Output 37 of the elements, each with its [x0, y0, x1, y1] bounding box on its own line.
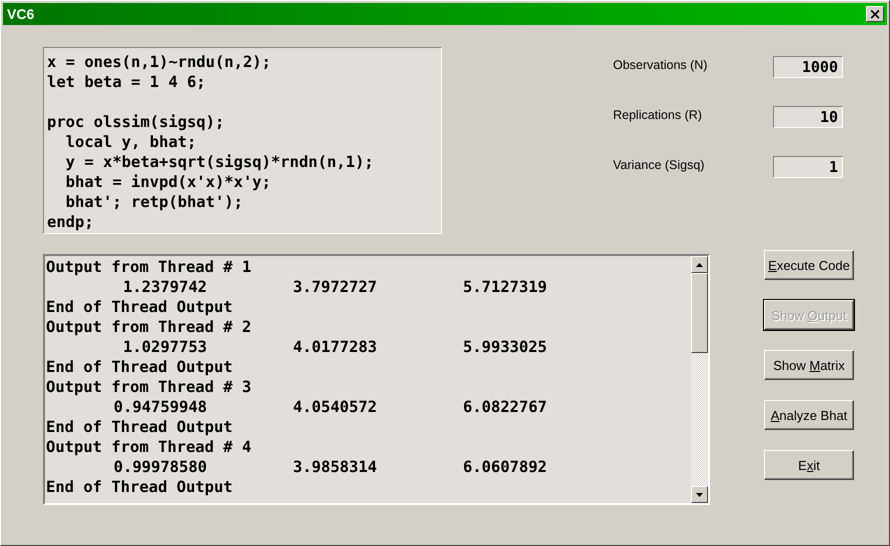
input-field[interactable]: 1000	[773, 56, 843, 78]
output-line: Output from Thread # 4	[46, 437, 252, 457]
parameter-label: Observations (N)	[613, 58, 708, 72]
output-value: 1.2379742	[123, 277, 207, 297]
output-value: 5.7127319	[463, 277, 547, 297]
input-field[interactable]: 10	[773, 106, 843, 128]
action-button[interactable]: Analyze Bhat	[764, 400, 854, 430]
parameter-label: Replications (R)	[613, 108, 702, 122]
output-value: 3.7972727	[293, 277, 377, 297]
output-value: 1.0297753	[123, 337, 207, 357]
output-line: Output from Thread # 1	[46, 257, 252, 277]
output-line: End of Thread Output	[46, 417, 233, 437]
action-button[interactable]: Exit	[764, 450, 854, 480]
parameter-label: Variance (Sigsq)	[613, 158, 704, 172]
output-value: 6.0822767	[463, 397, 547, 417]
output-line: End of Thread Output	[46, 297, 233, 317]
output-value: 0.99978580	[114, 457, 207, 477]
close-button[interactable]: ×	[866, 6, 884, 22]
input-field[interactable]: 1	[773, 156, 843, 178]
scroll-thumb[interactable]	[691, 273, 708, 353]
scroll-up-icon[interactable]	[691, 256, 708, 273]
output-value: 4.0177283	[293, 337, 377, 357]
output-line: Output from Thread # 2	[46, 317, 252, 337]
output-line: End of Thread Output	[46, 477, 233, 497]
output-value: 6.0607892	[463, 457, 547, 477]
output-line: End of Thread Output	[46, 357, 233, 377]
scroll-down-icon[interactable]	[691, 486, 708, 503]
window-title: VC6	[7, 6, 34, 22]
output-value: 4.0540572	[293, 397, 377, 417]
action-button[interactable]: Execute Code	[764, 250, 854, 280]
action-button[interactable]: Show Matrix	[764, 350, 854, 380]
code-editor[interactable]: x = ones(n,1)~rndu(n,2); let beta = 1 4 6; proc olssim(sigsq); local y, bhat; y = x*beta+sqrt(sigsq)*rndn(n,1); bhat = invpd(x'x)*x'y; bhat'; retp(bhat'); endp;	[43, 47, 442, 234]
scrollbar[interactable]	[691, 256, 708, 503]
output-value: 5.9933025	[463, 337, 547, 357]
output-line: Output from Thread # 3	[46, 377, 252, 397]
output-value: 0.94759948	[114, 397, 207, 417]
output-value: 3.9858314	[293, 457, 377, 477]
